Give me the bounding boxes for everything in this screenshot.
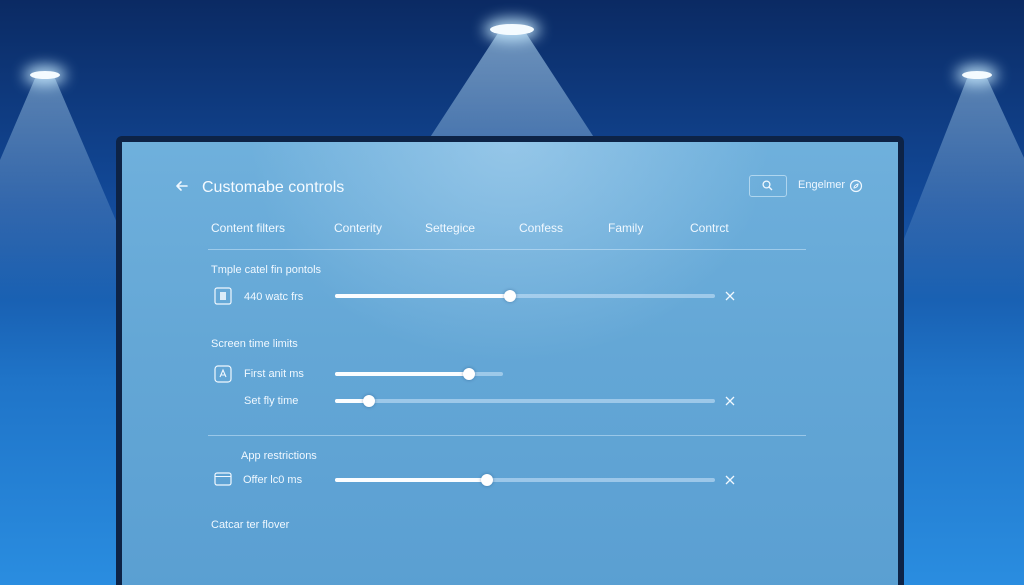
back-arrow-icon[interactable] (174, 178, 190, 194)
ceiling-light-left (30, 71, 60, 79)
tab-confess[interactable]: Confess (519, 221, 563, 235)
row-label: First anit ms (244, 368, 304, 380)
section-title: Screen time limits (211, 338, 298, 350)
slider-thumb[interactable] (363, 395, 376, 407)
close-icon[interactable] (724, 474, 736, 486)
set-time-slider[interactable] (335, 395, 715, 407)
section-divider (208, 435, 806, 436)
tabs-divider (208, 249, 806, 250)
page-title: Customabe controls (202, 179, 345, 196)
section-title: Catcar ter flover (211, 519, 290, 531)
content-filter-slider[interactable] (335, 290, 715, 302)
slider-thumb[interactable] (503, 290, 516, 302)
slider-thumb[interactable] (463, 368, 476, 380)
screen-time-slider[interactable] (335, 368, 503, 380)
tab-settegice[interactable]: Settegice (425, 221, 475, 235)
ceiling-light-right (962, 71, 992, 79)
window-icon (214, 472, 232, 486)
search-icon (762, 180, 773, 191)
app-restriction-slider[interactable] (335, 474, 715, 486)
document-icon (214, 287, 232, 305)
ceiling-light-center (490, 24, 534, 35)
row-label: Offer lc0 ms (243, 474, 303, 486)
tab-family[interactable]: Family (608, 221, 643, 235)
parental-controls-screen: Customabe controls Engelmer Content filt… (122, 142, 898, 585)
language-selector[interactable]: Engelmer (798, 179, 845, 191)
tab-conterity[interactable]: Conterity (334, 221, 382, 235)
row-label: 440 watc frs (244, 291, 304, 303)
row-label: Set fly time (244, 395, 299, 407)
section-title: Tmple catel fin pontols (211, 264, 322, 276)
search-button[interactable] (749, 175, 787, 197)
close-icon[interactable] (724, 395, 736, 407)
app-tile-icon (214, 365, 232, 383)
slider-thumb[interactable] (481, 474, 493, 486)
close-icon[interactable] (724, 290, 736, 302)
tab-content-filters[interactable]: Content filters (211, 221, 285, 235)
section-title: App restrictions (241, 450, 317, 462)
settings-circle-icon[interactable] (849, 179, 863, 193)
tab-contrct[interactable]: Contrct (690, 221, 729, 235)
